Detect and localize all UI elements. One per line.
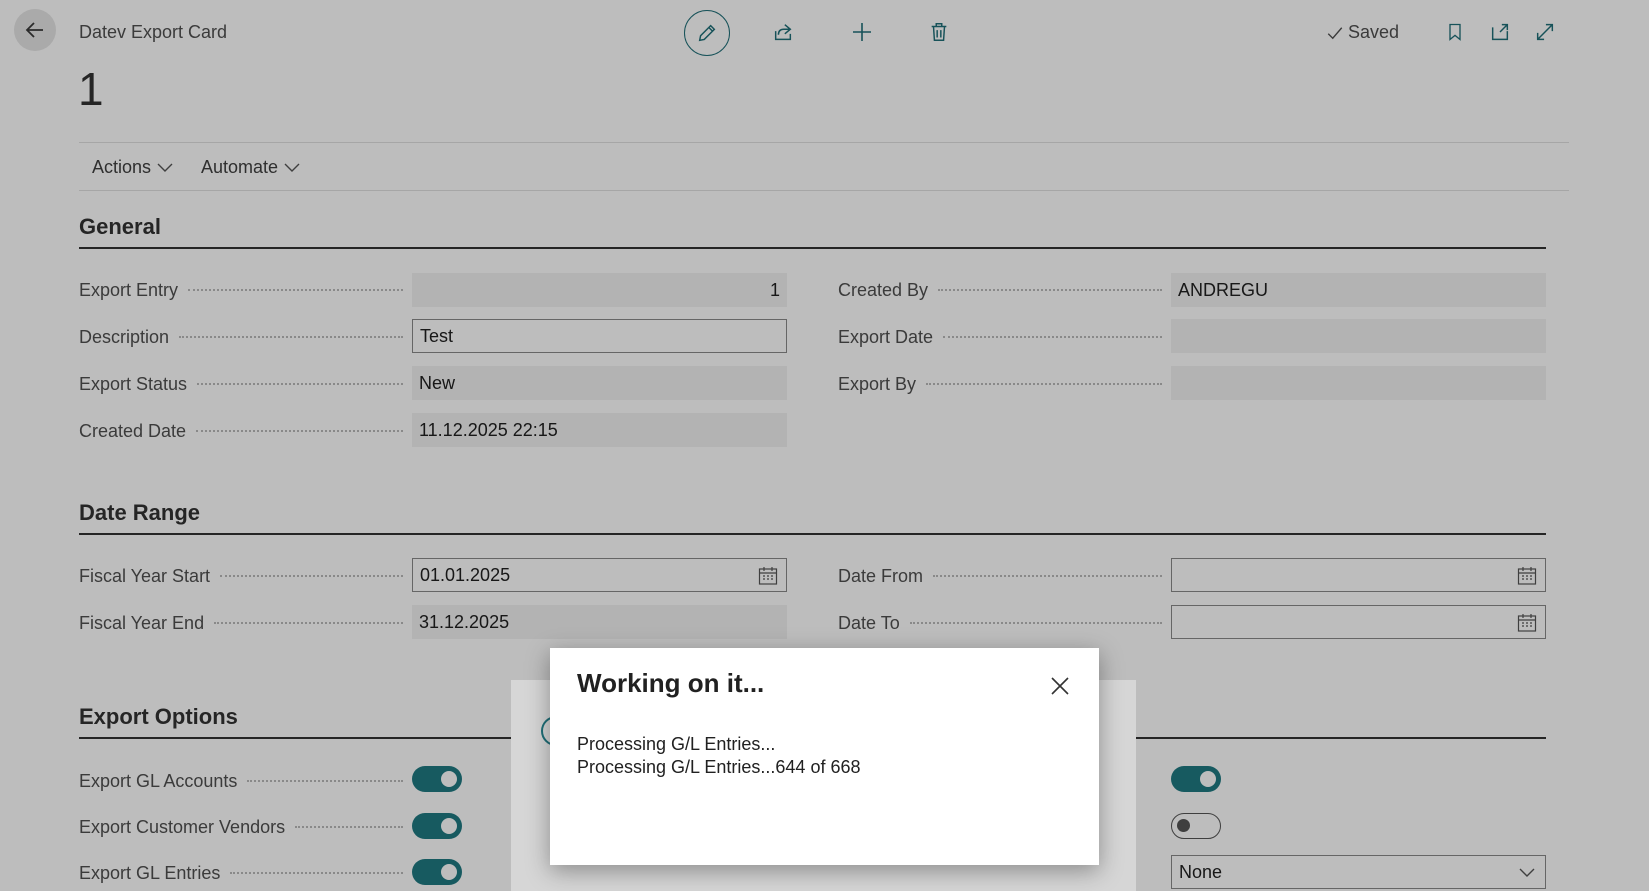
close-icon [1051,677,1069,695]
progress-dialog: Working on it... Processing G/L Entries.… [550,648,1099,865]
dialog-progress-line-1: Processing G/L Entries... [577,734,776,754]
dialog-close-button[interactable] [1046,672,1074,700]
dialog-progress-line-2: Processing G/L Entries...644 of 668 [577,757,861,777]
page: Datev Export Card 1 Saved Actions Automa… [0,0,1649,891]
dialog-title: Working on it... [577,668,765,698]
